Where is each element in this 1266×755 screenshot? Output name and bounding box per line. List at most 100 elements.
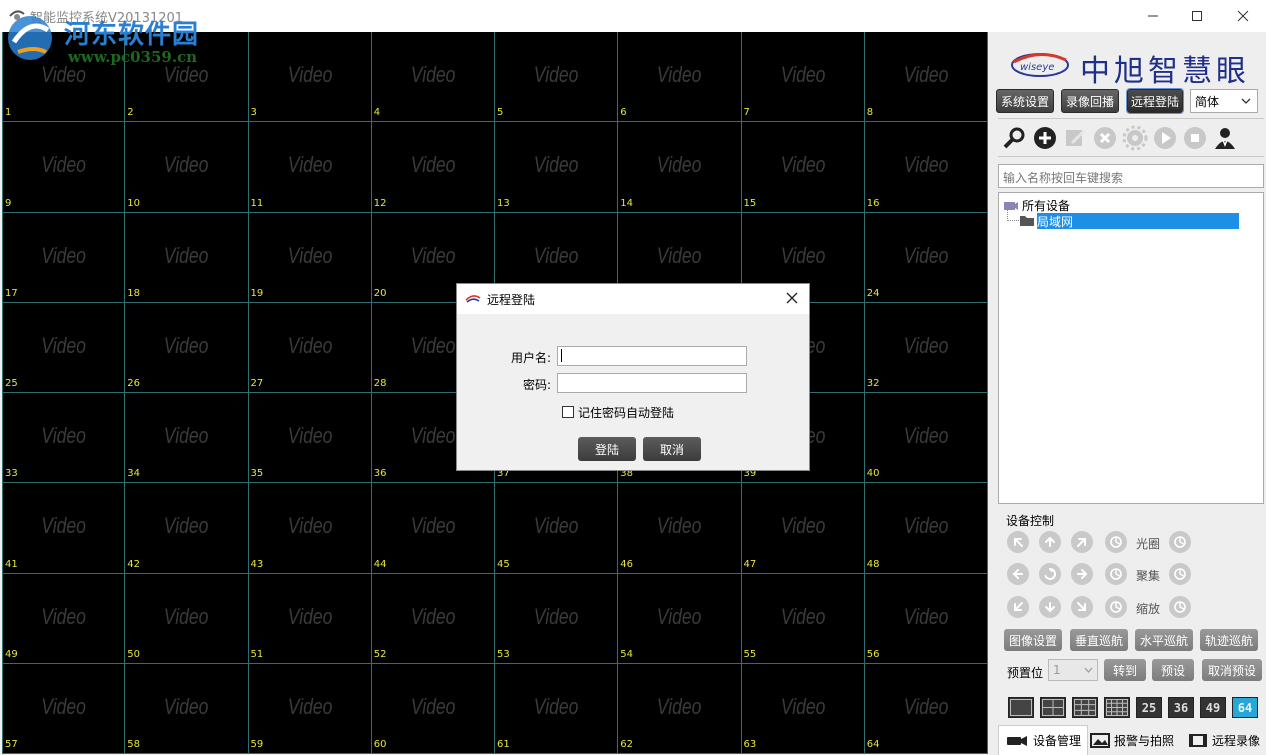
system-settings-button[interactable]: 系统设置: [996, 89, 1054, 113]
video-cell[interactable]: Video 14: [618, 122, 742, 213]
video-cell[interactable]: Video 5: [495, 32, 619, 123]
edit-icon[interactable]: [1062, 125, 1088, 151]
video-cell[interactable]: Video 15: [741, 122, 865, 213]
video-cell[interactable]: Video 12: [371, 122, 495, 213]
video-cell[interactable]: Video 35: [248, 393, 372, 484]
zoom-in-button[interactable]: [1169, 596, 1191, 618]
track-cruise-button[interactable]: 轨迹巡航: [1200, 629, 1258, 651]
password-input[interactable]: [557, 373, 747, 393]
video-cell[interactable]: Video 47: [741, 483, 865, 574]
video-cell[interactable]: Video 62: [618, 663, 742, 754]
video-cell[interactable]: Video 54: [618, 573, 742, 664]
video-cell[interactable]: Video 3: [248, 32, 372, 123]
playback-button[interactable]: 录像回播: [1061, 89, 1119, 113]
focus-near-button[interactable]: [1105, 563, 1127, 585]
layout-4-button[interactable]: [1040, 697, 1066, 718]
login-button[interactable]: 登陆: [578, 437, 636, 461]
device-tree[interactable]: 所有设备 局域网: [998, 192, 1264, 504]
video-cell[interactable]: Video 13: [495, 122, 619, 213]
video-cell[interactable]: Video 51: [248, 573, 372, 664]
video-cell[interactable]: Video 24: [864, 212, 988, 303]
delete-icon[interactable]: [1092, 125, 1118, 151]
tab-device-management[interactable]: 设备管理: [998, 725, 1089, 755]
video-cell[interactable]: Video 42: [125, 483, 249, 574]
video-cell[interactable]: Video 17: [2, 212, 126, 303]
video-cell[interactable]: Video 2: [125, 32, 249, 123]
iris-open-button[interactable]: [1169, 531, 1191, 553]
ptz-down-right-button[interactable]: [1071, 596, 1093, 618]
layout-1-button[interactable]: [1008, 697, 1034, 718]
zoom-out-button[interactable]: [1105, 596, 1127, 618]
image-settings-button[interactable]: 图像设置: [1004, 629, 1062, 651]
video-cell[interactable]: Video 16: [864, 122, 988, 213]
video-cell[interactable]: Video 45: [495, 483, 619, 574]
video-cell[interactable]: Video 40: [864, 393, 988, 484]
settings-icon[interactable]: [1122, 125, 1148, 151]
layout-36-button[interactable]: 36: [1168, 697, 1194, 718]
video-cell[interactable]: Video 61: [495, 663, 619, 754]
video-cell[interactable]: Video 7: [741, 32, 865, 123]
remote-login-button[interactable]: 远程登陆: [1126, 88, 1184, 114]
video-cell[interactable]: Video 9: [2, 122, 126, 213]
video-cell[interactable]: Video 46: [618, 483, 742, 574]
focus-far-button[interactable]: [1169, 563, 1191, 585]
video-cell[interactable]: Video 53: [495, 573, 619, 664]
preset-set-button[interactable]: 预设: [1152, 659, 1194, 681]
video-cell[interactable]: Video 44: [371, 483, 495, 574]
video-cell[interactable]: Video 26: [125, 302, 249, 393]
username-input[interactable]: [557, 346, 747, 366]
preset-goto-button[interactable]: 转到: [1104, 659, 1146, 681]
video-cell[interactable]: Video 56: [864, 573, 988, 664]
ptz-right-button[interactable]: [1071, 563, 1093, 585]
video-cell[interactable]: Video 52: [371, 573, 495, 664]
search-icon[interactable]: [1002, 125, 1028, 151]
layout-49-button[interactable]: 49: [1200, 697, 1226, 718]
remember-label[interactable]: 记住密码自动登陆: [578, 404, 674, 421]
add-icon[interactable]: [1032, 125, 1058, 151]
layout-9-button[interactable]: [1072, 697, 1098, 718]
video-cell[interactable]: Video 11: [248, 122, 372, 213]
close-button[interactable]: [1220, 0, 1266, 32]
video-cell[interactable]: Video 6: [618, 32, 742, 123]
preset-cancel-button[interactable]: 取消预设: [1202, 659, 1262, 681]
tab-alarm-snapshot[interactable]: 报警与拍照: [1090, 725, 1174, 755]
tree-item-lan[interactable]: 局域网: [1037, 213, 1239, 229]
ptz-left-button[interactable]: [1007, 563, 1029, 585]
ptz-down-button[interactable]: [1039, 596, 1061, 618]
user-icon[interactable]: [1212, 125, 1238, 151]
language-select[interactable]: 简体: [1190, 89, 1258, 113]
ptz-auto-button[interactable]: [1039, 563, 1061, 585]
video-cell[interactable]: Video 60: [371, 663, 495, 754]
video-cell[interactable]: Video 25: [2, 302, 126, 393]
layout-16-button[interactable]: [1104, 697, 1130, 718]
video-cell[interactable]: Video 18: [125, 212, 249, 303]
horizontal-cruise-button[interactable]: 水平巡航: [1135, 629, 1193, 651]
video-cell[interactable]: Video 43: [248, 483, 372, 574]
stop-icon[interactable]: [1182, 125, 1208, 151]
video-cell[interactable]: Video 33: [2, 393, 126, 484]
layout-64-button[interactable]: 64: [1232, 697, 1258, 718]
video-cell[interactable]: Video 59: [248, 663, 372, 754]
maximize-button[interactable]: [1174, 0, 1220, 32]
video-cell[interactable]: Video 49: [2, 573, 126, 664]
ptz-up-left-button[interactable]: [1007, 531, 1029, 553]
video-cell[interactable]: Video 27: [248, 302, 372, 393]
cancel-button[interactable]: 取消: [643, 437, 701, 461]
ptz-up-right-button[interactable]: [1071, 531, 1093, 553]
video-cell[interactable]: Video 57: [2, 663, 126, 754]
minimize-button[interactable]: [1130, 0, 1176, 32]
video-cell[interactable]: Video 63: [741, 663, 865, 754]
video-cell[interactable]: Video 64: [864, 663, 988, 754]
video-cell[interactable]: Video 55: [741, 573, 865, 664]
ptz-up-button[interactable]: [1039, 531, 1061, 553]
play-icon[interactable]: [1152, 125, 1178, 151]
video-cell[interactable]: Video 50: [125, 573, 249, 664]
video-cell[interactable]: Video 58: [125, 663, 249, 754]
preset-select[interactable]: 1: [1048, 659, 1098, 681]
remember-checkbox[interactable]: [562, 406, 574, 418]
video-cell[interactable]: Video 34: [125, 393, 249, 484]
video-cell[interactable]: Video 8: [864, 32, 988, 123]
video-cell[interactable]: Video 19: [248, 212, 372, 303]
video-cell[interactable]: Video 10: [125, 122, 249, 213]
video-cell[interactable]: Video 48: [864, 483, 988, 574]
